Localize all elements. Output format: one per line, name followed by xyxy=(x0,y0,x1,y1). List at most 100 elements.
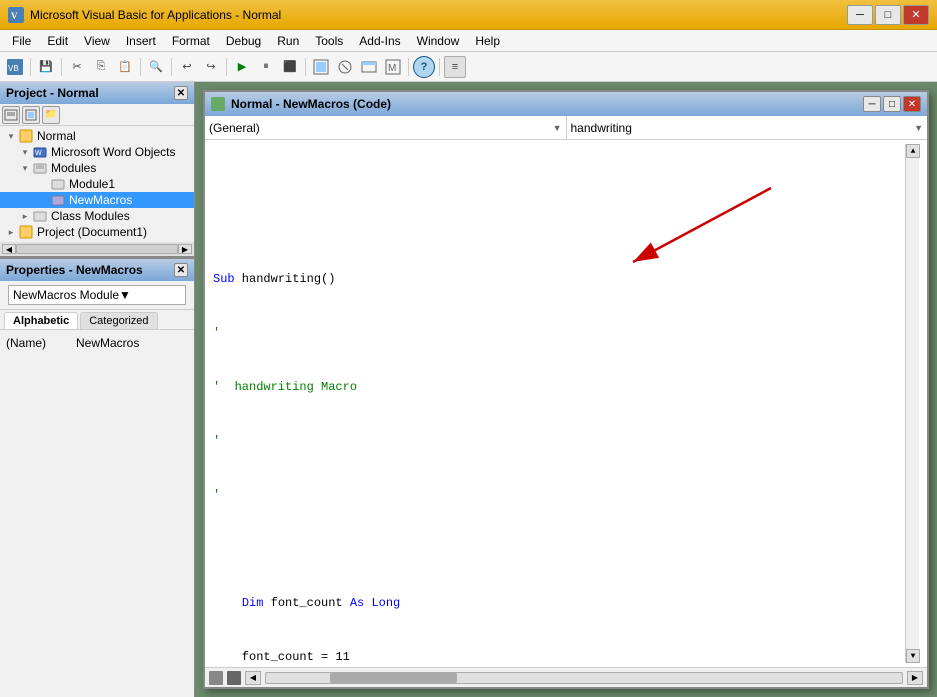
menu-view[interactable]: View xyxy=(76,32,118,50)
toolbar-sep-1 xyxy=(30,58,31,76)
properties-panel: Properties - NewMacros ✕ NewMacros Modul… xyxy=(0,258,194,697)
menu-addins[interactable]: Add-Ins xyxy=(351,32,408,50)
tool-undo[interactable]: ↩ xyxy=(176,56,198,78)
tool-run[interactable]: ▶ xyxy=(231,56,253,78)
toolbar-sep-5 xyxy=(226,58,227,76)
svg-text:W: W xyxy=(35,150,42,157)
code-dropdown-general-label: (General) xyxy=(209,121,260,135)
left-panel: Project - Normal ✕ 📁 ▾ N xyxy=(0,82,195,697)
properties-panel-header: Properties - NewMacros ✕ xyxy=(0,259,194,281)
title-bar: V Microsoft Visual Basic for Application… xyxy=(0,0,937,30)
project-panel-scrollbar[interactable]: ◀ ▶ xyxy=(0,242,194,256)
tree-label-class-modules: Class Modules xyxy=(51,209,130,223)
code-h-scrollbar[interactable] xyxy=(265,672,903,684)
tree-item-module1[interactable]: Module1 xyxy=(0,176,194,192)
svg-text:V: V xyxy=(11,11,18,21)
h-scroll-left-btn[interactable]: ◀ xyxy=(245,671,261,685)
project-scroll-left[interactable]: ◀ xyxy=(2,244,16,254)
tool-moremacros[interactable]: M xyxy=(382,56,404,78)
menu-file[interactable]: File xyxy=(4,32,39,50)
menu-window[interactable]: Window xyxy=(409,32,468,50)
code-window-minimize[interactable]: ─ xyxy=(863,96,881,112)
code-v-scrollbar[interactable]: ▲ ▼ xyxy=(905,144,919,663)
code-bottom-icon-2[interactable] xyxy=(227,671,241,685)
tool-design[interactable] xyxy=(310,56,332,78)
menu-edit[interactable]: Edit xyxy=(39,32,76,50)
tree-item-class-modules[interactable]: ▸ Class Modules xyxy=(0,208,194,224)
code-line-2: ' xyxy=(213,324,905,342)
code-editor[interactable]: Sub handwriting() ' ' handwriting Macro … xyxy=(205,140,927,667)
tool-pause[interactable]: ⏸ xyxy=(255,56,277,78)
project-toggle-folders[interactable]: 📁 xyxy=(42,106,60,124)
tool-drag[interactable]: ≡ xyxy=(444,56,466,78)
scroll-up-btn[interactable]: ▲ xyxy=(906,144,920,158)
tree-item-project-doc1[interactable]: ▸ Project (Document1) xyxy=(0,224,194,240)
toolbar-sep-8 xyxy=(439,58,440,76)
tool-copy[interactable]: ⎘ xyxy=(90,56,112,78)
code-window-close[interactable]: ✕ xyxy=(903,96,921,112)
tree-item-word-objects[interactable]: ▾ W Microsoft Word Objects xyxy=(0,144,194,160)
menu-insert[interactable]: Insert xyxy=(118,32,164,50)
restore-button[interactable]: □ xyxy=(875,5,901,25)
tree-icon-module1 xyxy=(50,177,66,191)
project-scroll-right[interactable]: ▶ xyxy=(178,244,192,254)
menu-format[interactable]: Format xyxy=(164,32,218,50)
project-h-scrollbar[interactable] xyxy=(16,244,178,254)
code-window-title: Normal - NewMacros (Code) xyxy=(231,97,391,111)
tool-paste[interactable]: 📋 xyxy=(114,56,136,78)
tree-icon-normal xyxy=(18,129,34,143)
code-bottom-icon-1[interactable] xyxy=(209,671,223,685)
minimize-button[interactable]: ─ xyxy=(847,5,873,25)
tree-label-project-doc1: Project (Document1) xyxy=(37,225,147,239)
tab-categorized[interactable]: Categorized xyxy=(80,312,157,329)
tool-find[interactable]: 🔍 xyxy=(145,56,167,78)
menu-debug[interactable]: Debug xyxy=(218,32,269,50)
tool-userform[interactable] xyxy=(358,56,380,78)
tree-item-normal[interactable]: ▾ Normal xyxy=(0,128,194,144)
code-line-5: ' xyxy=(213,486,905,504)
toolbar-sep-2 xyxy=(61,58,62,76)
code-dropdown-handwriting-arrow: ▼ xyxy=(914,123,923,133)
code-window-titlebar: Normal - NewMacros (Code) ─ □ ✕ xyxy=(205,92,927,116)
properties-panel-close[interactable]: ✕ xyxy=(174,263,188,277)
menu-tools[interactable]: Tools xyxy=(307,32,351,50)
menu-help[interactable]: Help xyxy=(467,32,508,50)
toolbar: VB 💾 ✂ ⎘ 📋 🔍 ↩ ↪ ▶ ⏸ ⬛ M ? ≡ xyxy=(0,52,937,82)
code-window-restore[interactable]: □ xyxy=(883,96,901,112)
tab-alphabetic[interactable]: Alphabetic xyxy=(4,312,78,329)
tree-icon-class-modules xyxy=(32,209,48,223)
code-toolbar: (General) ▼ handwriting ▼ xyxy=(205,116,927,140)
menu-run[interactable]: Run xyxy=(269,32,307,50)
tree-item-newmacros[interactable]: NewMacros xyxy=(0,192,194,208)
properties-dropdown[interactable]: NewMacros Module ▼ xyxy=(8,285,186,305)
tool-cut[interactable]: ✂ xyxy=(66,56,88,78)
h-scroll-right-btn[interactable]: ▶ xyxy=(907,671,923,685)
tool-vba-icon[interactable]: VB xyxy=(4,56,26,78)
code-dropdown-general[interactable]: (General) ▼ xyxy=(205,116,567,139)
h-scroll-thumb xyxy=(330,673,457,683)
project-tree: ▾ Normal ▾ W Microsoft Word Objects ▾ xyxy=(0,126,194,242)
properties-dropdown-label: NewMacros Module xyxy=(13,288,119,302)
close-button[interactable]: ✕ xyxy=(903,5,929,25)
project-view-design[interactable] xyxy=(22,106,40,124)
tool-break[interactable] xyxy=(334,56,356,78)
svg-text:VB: VB xyxy=(8,64,19,73)
tree-label-normal: Normal xyxy=(37,129,76,143)
tree-label-newmacros: NewMacros xyxy=(69,193,132,207)
scroll-down-btn[interactable]: ▼ xyxy=(906,649,920,663)
prop-row-name: (Name) NewMacros xyxy=(4,334,190,352)
tree-expand-word-objects: ▾ xyxy=(18,147,32,158)
tool-help[interactable]: ? xyxy=(413,56,435,78)
svg-text:M: M xyxy=(388,63,396,74)
project-panel-close[interactable]: ✕ xyxy=(174,86,188,100)
code-window: Normal - NewMacros (Code) ─ □ ✕ (General… xyxy=(203,90,929,689)
toolbar-sep-7 xyxy=(408,58,409,76)
project-view-code[interactable] xyxy=(2,106,20,124)
tree-item-modules[interactable]: ▾ Modules xyxy=(0,160,194,176)
tool-stop[interactable]: ⬛ xyxy=(279,56,301,78)
code-dropdown-handwriting[interactable]: handwriting ▼ xyxy=(567,116,928,139)
tree-icon-word-objects: W xyxy=(32,145,48,159)
code-line-blank1 xyxy=(213,540,905,558)
tool-redo[interactable]: ↪ xyxy=(200,56,222,78)
tool-save[interactable]: 💾 xyxy=(35,56,57,78)
